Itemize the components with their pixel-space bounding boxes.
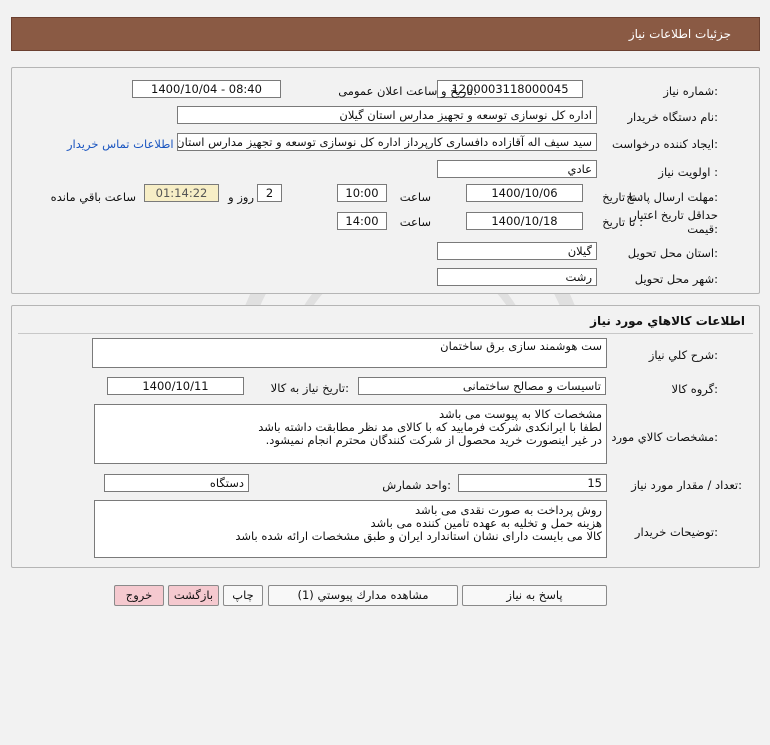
goods-specs-label: مشخصات كالاي مورد نياز: <box>591 430 718 444</box>
general-desc-label: شرح كلي نياز: <box>648 348 718 362</box>
goods-group-field: تاسیسات و مصالح ساختمانی <box>358 377 606 395</box>
validity-time-label: ساعت <box>399 215 431 229</box>
validity-date-field: 1400/10/18 <box>466 212 583 230</box>
view-attachments-button[interactable]: مشاهده مدارك پيوستي (1) <box>268 585 458 606</box>
print-button[interactable]: چاپ <box>223 585 263 606</box>
need-number-label: شماره نیاز: <box>663 84 718 98</box>
buyer-org-field: اداره کل نوسازی توسعه و تجهیز مدارس استا… <box>177 106 597 124</box>
general-desc-text: ست هوشمند سازی برق ساختمان <box>440 339 602 353</box>
days-and-label: روز و <box>228 190 254 204</box>
page-header: جزئیات اطلاعات نیاز <box>11 17 760 51</box>
deadline-time-label: ساعت <box>399 190 431 204</box>
buyer-notes-label: توضيحات خريدار: <box>634 525 718 539</box>
delivery-city-label: شهر محل تحویل: <box>634 272 718 286</box>
general-desc-field: ست هوشمند سازی برق ساختمان <box>92 338 607 368</box>
buyer-contact-link[interactable]: اطلاعات تماس خریدار <box>67 137 174 151</box>
goods-group-label: گروه كالا: <box>671 382 718 396</box>
remaining-time-label: ساعت باقي مانده <box>50 190 136 204</box>
deadline-date-field: 1400/10/06 <box>466 184 583 202</box>
remaining-days-field: 2 <box>257 184 282 202</box>
quantity-field: 15 <box>458 474 607 492</box>
goods-section-title: اطلاعات كالاهاي مورد نياز <box>590 314 745 328</box>
back-button[interactable]: بازگشت <box>168 585 219 606</box>
unit-field: دستگاه <box>104 474 249 492</box>
announce-datetime-label: تاریخ و ساعت اعلان عمومی: <box>338 84 477 98</box>
buyer-notes-field: روش پرداخت به صورت نقدی می باشد هزینه حم… <box>94 500 607 558</box>
buyer-notes-line: کالا می بایست دارای نشان استاندارد ایران… <box>235 529 602 543</box>
deadline-to-date-label: تا تاریخ : <box>602 190 643 204</box>
price-validity-label-line2: قیمت: <box>687 222 718 236</box>
page-title: جزئیات اطلاعات نیاز <box>628 27 731 41</box>
need-date-label: تاریخ نیاز به کالا: <box>270 381 349 395</box>
quantity-label: تعداد / مقدار مورد نیاز: <box>631 478 742 492</box>
priority-label: اولویت نیاز : <box>658 165 718 179</box>
remaining-time-field: 01:14:22 <box>144 184 219 202</box>
unit-label: واحد شمارش: <box>382 478 451 492</box>
buyer-org-label: نام دستگاه خریدار: <box>627 110 718 124</box>
validity-time-field: 14:00 <box>337 212 387 230</box>
requester-label: ایجاد کننده درخواست: <box>612 137 718 151</box>
exit-button[interactable]: خروج <box>114 585 164 606</box>
priority-field: عادي <box>437 160 597 178</box>
reply-to-need-button[interactable]: پاسخ به نیاز <box>462 585 607 606</box>
requester-field: سید سیف اله آقازاده دافساری کارپرداز ادا… <box>177 133 597 151</box>
deadline-time-field: 10:00 <box>337 184 387 202</box>
delivery-province-field: گیلان <box>437 242 597 260</box>
price-validity-label-line1: حداقل تاریخ اعتبار <box>631 208 718 222</box>
need-date-field: 1400/10/11 <box>107 377 244 395</box>
delivery-province-label: استان محل تحویل: <box>627 246 718 260</box>
goods-specs-line: در غیر اینصورت خرید محصول از شرکت کنندگا… <box>265 433 602 447</box>
validity-to-date-label: تا تاریخ : <box>602 215 643 229</box>
announce-datetime-field: 1400/10/04 - 08:40 <box>132 80 281 98</box>
delivery-city-field: رشت <box>437 268 597 286</box>
section-divider <box>18 333 753 334</box>
goods-specs-field: مشخصات کالا به پیوست می باشد لطفا با ایر… <box>94 404 607 464</box>
